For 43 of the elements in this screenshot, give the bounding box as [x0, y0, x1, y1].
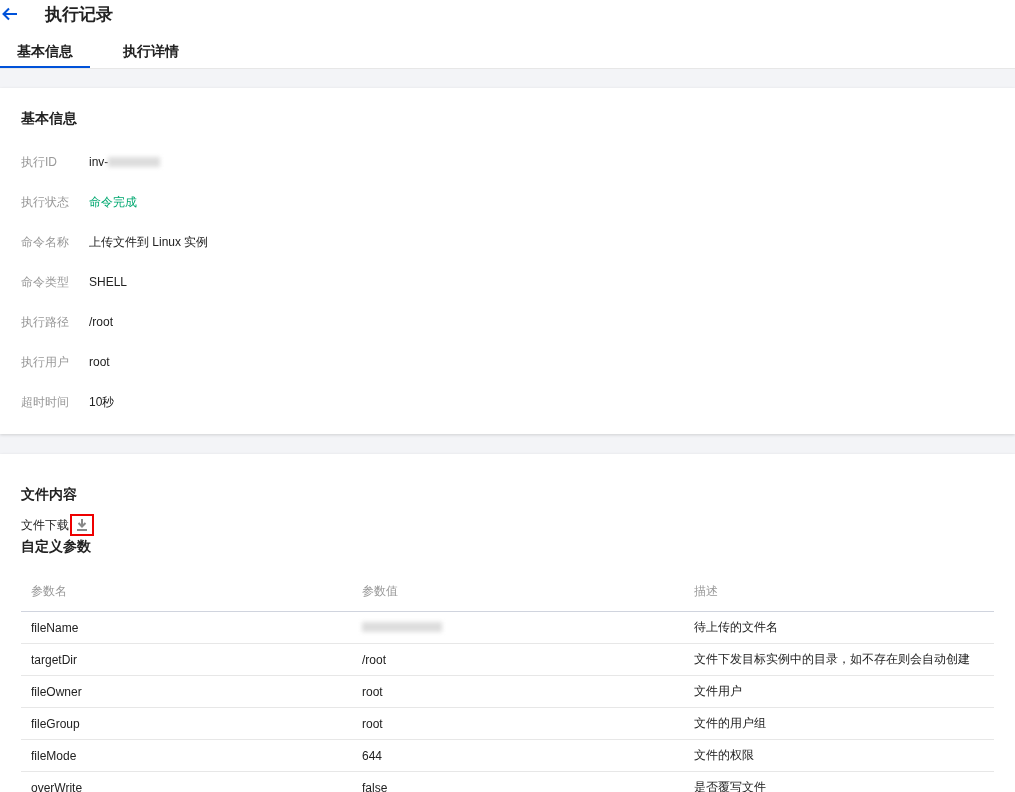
section-title: 自定义参数	[21, 538, 92, 556]
field-label: 命令名称	[21, 233, 70, 251]
table-cell-text: fileOwner	[30, 684, 83, 699]
table-cell-text: /root	[361, 652, 387, 667]
table-cell-text: fileName	[30, 620, 80, 635]
table-cell-text: 文件下发目标实例中的目录，如不存在则会自动创建	[693, 651, 971, 668]
section-title: 文件内容	[21, 486, 78, 504]
field-label: 执行用户	[21, 353, 70, 371]
download-icon[interactable]	[70, 514, 94, 536]
table-cell-text: 文件的权限	[693, 747, 755, 764]
column-header: 描述	[693, 582, 719, 600]
field-label: 执行路径	[21, 313, 70, 331]
field-value: /root	[89, 315, 113, 329]
field-value: 10秒	[89, 393, 115, 411]
page-title: 执行记录	[45, 3, 113, 26]
field-label: 执行状态	[21, 193, 70, 211]
table-cell-text: root	[361, 684, 384, 699]
tab[interactable]: 基本信息	[0, 38, 90, 68]
field-value: SHELL	[89, 275, 128, 289]
status-text: 命令完成	[89, 193, 137, 211]
field-value: 上传文件到 Linux 实例	[89, 233, 209, 251]
field-value: inv-	[89, 155, 109, 169]
field-label: 命令类型	[21, 273, 70, 291]
section-title: 基本信息	[21, 110, 78, 128]
table-cell-text: false	[361, 780, 389, 792]
column-header: 参数名	[30, 582, 68, 600]
table-cell-text: fileGroup	[30, 716, 81, 731]
download-label: 文件下载	[21, 516, 69, 534]
field-value: root	[89, 355, 110, 369]
back-arrow-icon[interactable]	[2, 7, 18, 21]
redacted-block	[108, 157, 161, 167]
table-cell-text: targetDir	[30, 652, 78, 667]
table-cell-text: 644	[361, 748, 384, 763]
column-header: 参数值	[361, 582, 399, 600]
field-label: 执行ID	[21, 153, 58, 171]
table-cell-text: 待上传的文件名	[693, 619, 779, 636]
table-cell-text: fileMode	[30, 748, 78, 763]
table-cell-text: 文件的用户组	[693, 715, 767, 732]
field-label: 超时时间	[21, 393, 70, 411]
table-cell-text: 文件用户	[693, 683, 743, 700]
tab[interactable]: 执行详情	[106, 38, 196, 68]
table-cell-text: root	[361, 716, 384, 731]
table-cell-text: overWrite	[30, 780, 84, 792]
